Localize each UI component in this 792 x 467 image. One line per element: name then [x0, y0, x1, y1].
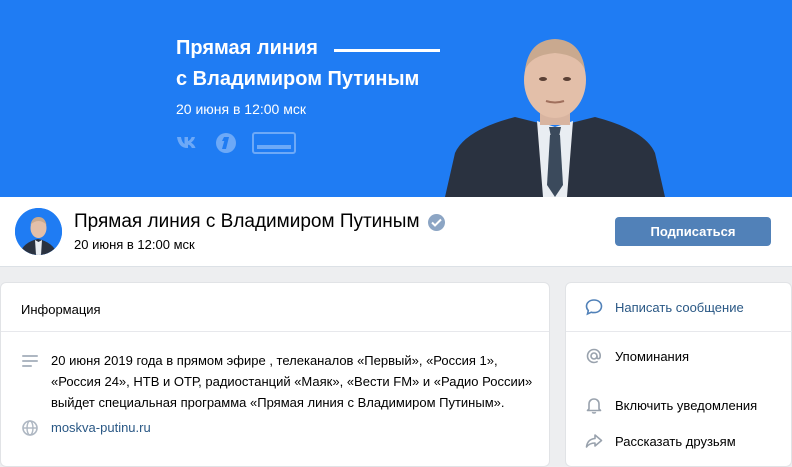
actions-card: Написать сообщение Упоминания Включить у…: [565, 282, 792, 467]
divider: [566, 331, 792, 332]
mentions-label: Упоминания: [615, 348, 690, 364]
info-description-row: 20 июня 2019 года в прямом эфире , телек…: [21, 350, 541, 413]
notifications-label: Включить уведомления: [615, 397, 758, 413]
write-message-label: Написать сообщение: [615, 299, 744, 315]
share-arrow-icon: [584, 433, 604, 449]
info-description-text: 20 июня 2019 года в прямом эфире , телек…: [51, 353, 533, 410]
write-message-action[interactable]: Написать сообщение: [566, 292, 792, 322]
website-link[interactable]: moskva-putinu.ru: [51, 420, 151, 436]
cover-title-underline: [334, 49, 440, 52]
globe-icon: [21, 420, 39, 436]
channel-one-logo-icon: [214, 132, 238, 159]
share-action[interactable]: Рассказать друзьям: [566, 426, 792, 456]
notifications-action[interactable]: Включить уведомления: [566, 390, 792, 420]
message-bubble-icon: [584, 298, 604, 316]
info-heading: Информация: [1, 283, 549, 332]
page-status: 20 июня в 12:00 мск: [74, 237, 195, 252]
cover-date: 20 июня в 12:00 мск: [176, 101, 306, 117]
cover-logos: [176, 132, 296, 159]
page-title: Прямая линия с Владимиром Путиным: [74, 211, 445, 233]
page-name-text: Прямая линия с Владимиром Путиным: [74, 211, 420, 232]
subscribe-button[interactable]: Подписаться: [615, 217, 771, 246]
mentions-action[interactable]: Упоминания: [566, 341, 792, 371]
info-card: Информация 20 июня 2019 года в прямом эф…: [0, 282, 550, 467]
cover-portrait-image: [445, 35, 665, 197]
page-header: Прямая линия с Владимиром Путиным 20 июн…: [0, 197, 792, 267]
cover-banner: Прямая линия с Владимиром Путиным 20 июн…: [0, 0, 792, 197]
description-lines-icon: [21, 350, 39, 413]
vk-logo-icon: [176, 135, 200, 156]
verified-check-icon[interactable]: [427, 213, 445, 231]
info-website-row: moskva-putinu.ru: [21, 420, 151, 436]
cover-title-line1: Прямая линия: [176, 37, 318, 59]
share-label: Рассказать друзьям: [615, 433, 736, 449]
at-sign-icon: [584, 347, 604, 365]
cover-title-line2: с Владимиром Путиным: [176, 68, 420, 90]
avatar[interactable]: [15, 208, 62, 255]
russia-logo-icon: [252, 132, 296, 159]
bell-icon: [584, 396, 604, 414]
